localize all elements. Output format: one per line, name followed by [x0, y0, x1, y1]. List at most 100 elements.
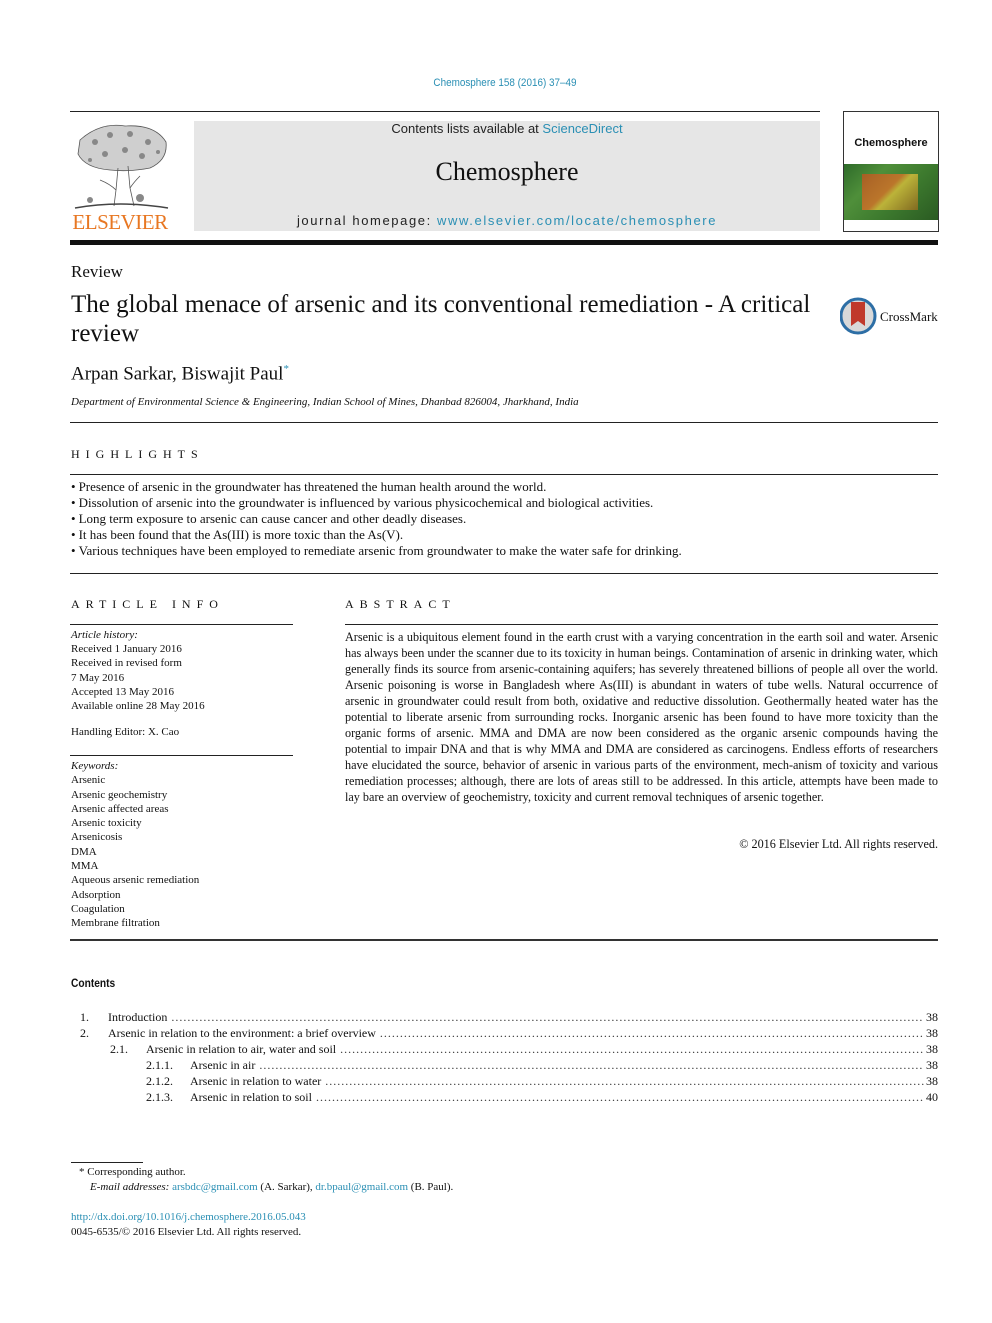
crossmark-label[interactable]: CrossMark — [880, 309, 938, 325]
journal-name: Chemosphere — [435, 157, 579, 186]
toc-entry[interactable]: 2. Arsenic in relation to the environment… — [71, 1026, 938, 1042]
keyword: Adsorption — [71, 888, 121, 901]
keyword: Arsenic — [71, 774, 106, 787]
cover-leaves-image — [844, 164, 938, 220]
toc-number: 2.1.3. — [146, 1090, 173, 1104]
history-item: 7 May 2016 — [71, 671, 125, 684]
highlights-list: Presence of arsenic in the groundwater h… — [71, 479, 937, 559]
divider — [70, 939, 938, 941]
keyword: Coagulation — [71, 902, 125, 915]
masthead-thick-rule — [70, 240, 938, 245]
divider — [70, 755, 293, 756]
author-list: Arpan Sarkar, Biswajit Paul* — [71, 363, 289, 385]
toc-page-number: 38 — [926, 1074, 938, 1088]
email-link-sarkar[interactable]: arsbdc@gmail.com — [172, 1181, 258, 1193]
toc-leader-dots: ........................................… — [379, 1026, 924, 1040]
article-type: Review — [71, 262, 123, 281]
toc-number: 2.1.2. — [146, 1074, 173, 1088]
keyword: MMA — [71, 860, 99, 873]
doi-link[interactable]: http://dx.doi.org/10.1016/j.chemosphere.… — [71, 1211, 306, 1223]
divider — [70, 422, 938, 423]
corresponding-author-link[interactable]: * — [283, 363, 289, 375]
toc-page-number: 38 — [926, 1010, 938, 1024]
article-info-heading: ARTICLE INFO — [71, 597, 224, 611]
contents-heading: Contents — [71, 976, 116, 990]
toc-label[interactable]: Arsenic in relation to the environment: … — [108, 1026, 376, 1041]
toc-entry[interactable]: 2.1.2. Arsenic in relation to water......… — [71, 1074, 938, 1090]
header-rule — [70, 111, 820, 112]
toc-page-number: 38 — [926, 1058, 938, 1072]
elsevier-wordmark: ELSEVIER — [72, 210, 168, 234]
email-owner: (A. Sarkar), — [257, 1181, 316, 1193]
abstract-copyright: © 2016 Elsevier Ltd. All rights reserved… — [739, 837, 938, 851]
keyword: Membrane filtration — [71, 917, 160, 930]
keywords-label: Keywords: — [71, 760, 119, 772]
toc-number: 2.1. — [110, 1042, 128, 1056]
highlight-item: It has been found that the As(III) is mo… — [71, 527, 937, 543]
toc-entry[interactable]: 2.1.3. Arsenic in relation to soil.......… — [71, 1090, 938, 1106]
keyword: Arsenicosis — [71, 831, 123, 844]
toc-entry[interactable]: 2.1. Arsenic in relation to air, water an… — [71, 1042, 938, 1058]
handling-editor: Handling Editor: X. Cao — [71, 726, 180, 738]
toc-label[interactable]: Introduction — [108, 1010, 167, 1025]
toc-label[interactable]: Arsenic in relation to water — [190, 1074, 321, 1089]
history-item: Accepted 13 May 2016 — [71, 685, 174, 698]
journal-cover-image: Chemosphere — [843, 111, 939, 232]
toc-label[interactable]: Arsenic in relation to air, water and so… — [146, 1042, 336, 1057]
divider — [70, 474, 938, 475]
divider — [345, 624, 938, 625]
cover-title: Chemosphere — [854, 137, 928, 149]
footnote-rule — [71, 1162, 143, 1163]
issn-copyright: 0045-6535/© 2016 Elsevier Ltd. All right… — [71, 1226, 302, 1238]
toc-entry[interactable]: 2.1.1. Arsenic in air....................… — [71, 1058, 938, 1074]
keyword: Arsenic geochemistry — [71, 788, 168, 801]
highlight-item: Presence of arsenic in the groundwater h… — [71, 479, 937, 495]
email-link-paul[interactable]: dr.bpaul@gmail.com — [315, 1181, 408, 1193]
toc-leader-dots: ........................................… — [325, 1074, 924, 1088]
abstract-heading: ABSTRACT — [345, 597, 456, 611]
keyword: Arsenic affected areas — [71, 802, 169, 815]
sciencedirect-link[interactable]: ScienceDirect — [542, 121, 622, 136]
cover-inset — [862, 174, 918, 210]
highlight-item: Dissolution of arsenic into the groundwa… — [71, 495, 937, 511]
toc-entry[interactable]: 1. Introduction..........................… — [71, 1010, 938, 1026]
toc-number: 1. — [80, 1010, 89, 1024]
toc-leader-dots: ........................................… — [315, 1090, 924, 1104]
toc-leader-dots: ........................................… — [171, 1010, 924, 1024]
contents-prefix: Contents lists available at — [391, 121, 543, 136]
abstract-text: Arsenic is a ubiquitous element found in… — [345, 630, 938, 804]
keyword: Aqueous arsenic remediation — [71, 874, 200, 887]
keywords: Keywords: Arsenic Arsenic geochemistry A… — [71, 759, 293, 931]
toc-page-number: 38 — [926, 1026, 938, 1040]
email-owner: (B. Paul). — [408, 1181, 454, 1193]
history-item: Received in revised form — [71, 657, 182, 670]
email-addresses: E-mail addresses: arsbdc@gmail.com (A. S… — [90, 1181, 453, 1193]
toc-label[interactable]: Arsenic in air — [190, 1058, 255, 1073]
journal-homepage-link[interactable]: www.elsevier.com/locate/chemosphere — [437, 213, 717, 228]
highlight-item: Various techniques have been employed to… — [71, 543, 937, 559]
authors-names: Arpan Sarkar, Biswajit Paul — [71, 363, 284, 385]
toc-leader-dots: ........................................… — [340, 1042, 924, 1056]
history-label: Article history: — [71, 629, 138, 641]
journal-citation-link[interactable]: Chemosphere 158 (2016) 37–49 — [51, 77, 960, 89]
toc-number: 2. — [80, 1026, 89, 1040]
keyword: DMA — [71, 845, 97, 858]
highlight-item: Long term exposure to arsenic can cause … — [71, 511, 937, 527]
email-label: E-mail addresses: — [90, 1181, 170, 1193]
toc-page-number: 40 — [926, 1090, 938, 1104]
highlights-heading: HIGHLIGHTS — [71, 447, 204, 461]
article-history: Article history: Received 1 January 2016… — [71, 628, 293, 713]
journal-homepage: journal homepage: www.elsevier.com/locat… — [194, 213, 820, 228]
history-item: Received 1 January 2016 — [71, 643, 182, 656]
divider — [70, 573, 938, 574]
article-title: The global menace of arsenic and its con… — [71, 291, 811, 347]
corresponding-author-note: * Corresponding author. — [79, 1166, 186, 1178]
affiliation: Department of Environmental Science & En… — [71, 396, 579, 408]
toc-leader-dots: ........................................… — [259, 1058, 924, 1072]
contents-availability: Contents lists available at ScienceDirec… — [194, 121, 820, 136]
toc-number: 2.1.1. — [146, 1058, 173, 1072]
homepage-prefix: journal homepage: — [296, 213, 438, 228]
toc-label[interactable]: Arsenic in relation to soil — [190, 1090, 312, 1105]
history-item: Available online 28 May 2016 — [71, 700, 205, 713]
divider — [70, 624, 293, 625]
